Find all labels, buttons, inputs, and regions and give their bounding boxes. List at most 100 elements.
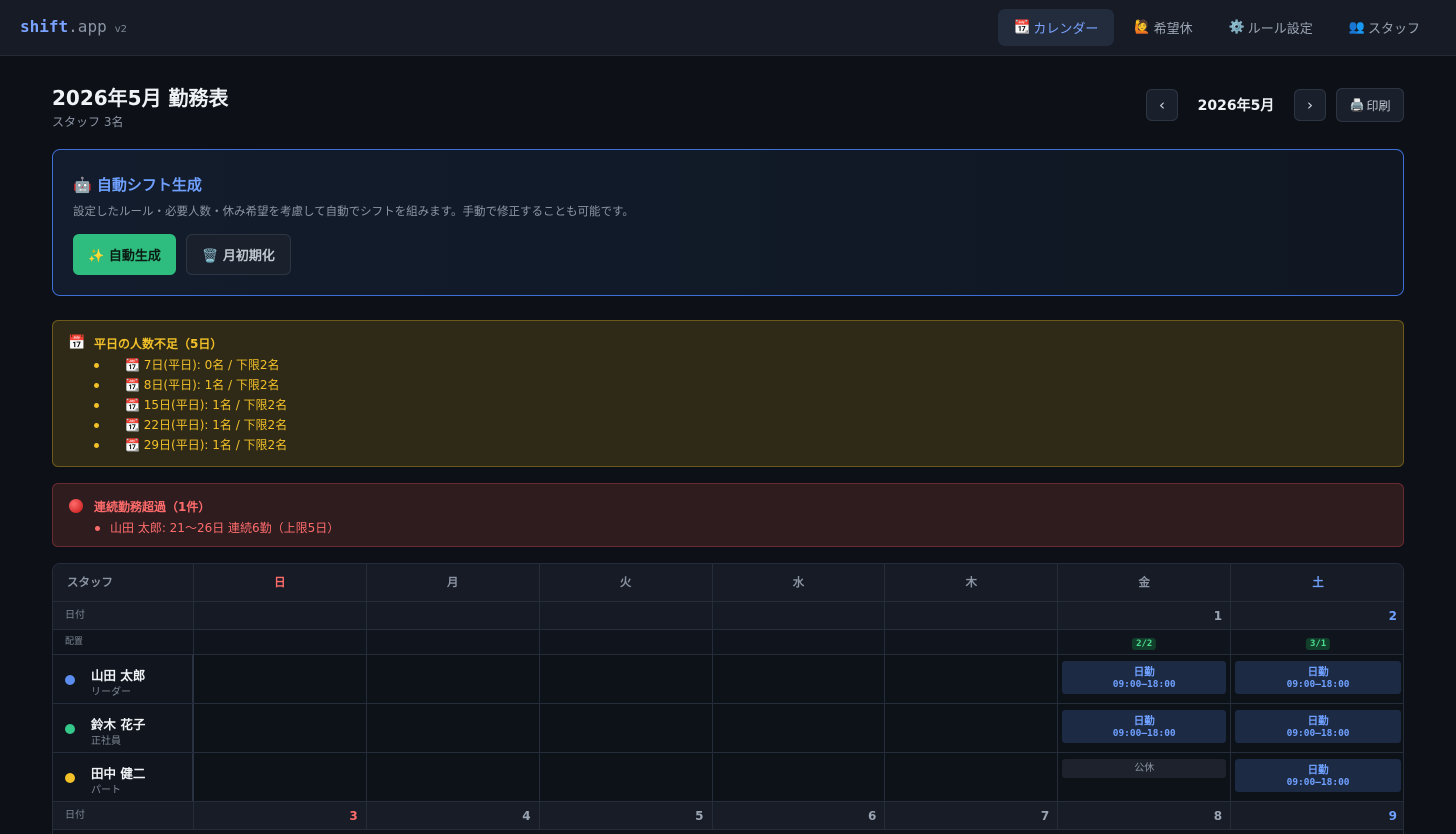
- weekday-header-wed: 水: [713, 564, 886, 601]
- weekday-header-tue: 火: [540, 564, 713, 601]
- date-cell: 2: [1388, 609, 1398, 623]
- allocation-badge: 3/1: [1305, 638, 1331, 650]
- staff-color-dot: [65, 724, 75, 734]
- date-cell: 7: [885, 802, 1059, 829]
- auto-shift-panel: 🤖 自動シフト生成 設定したルール・必要人数・休み希望を考慮して自動でシフトを組…: [52, 149, 1404, 296]
- page-title: 2026年5月 勤務表: [52, 86, 229, 110]
- date-cell: [712, 602, 886, 629]
- printer-icon: 🖨️: [1349, 98, 1365, 112]
- staff-info[interactable]: 鈴木 花子 正社員: [53, 704, 194, 752]
- prev-month-button[interactable]: ‹: [1146, 89, 1178, 121]
- weekday-header-fri: 金: [1058, 564, 1232, 601]
- staff-row: 山田 太郎 リーダー 日勤 09:00–18:00 日勤 09:00–18:00: [53, 655, 1403, 704]
- shift-time: 09:00–18:00: [1286, 728, 1350, 739]
- day-off-chip[interactable]: 公休: [1062, 759, 1227, 778]
- staff-color-dot: [65, 773, 75, 783]
- shift-label: 日勤: [1307, 764, 1329, 776]
- print-button[interactable]: 🖨️ 印刷: [1336, 88, 1404, 122]
- shift-cell[interactable]: [713, 704, 886, 752]
- shift-cell[interactable]: [367, 704, 540, 752]
- shift-cell[interactable]: [367, 753, 540, 801]
- shift-cell[interactable]: [194, 753, 367, 801]
- nav-rules[interactable]: ⚙️ ルール設定: [1213, 9, 1329, 46]
- staff-info[interactable]: 山田 太郎 リーダー: [53, 655, 194, 703]
- shift-cell[interactable]: 日勤 09:00–18:00: [1231, 753, 1403, 801]
- auto-generate-button[interactable]: ✨ 自動生成: [73, 234, 176, 275]
- weekday-header-sat: 土: [1312, 575, 1324, 589]
- shift-cell[interactable]: [540, 704, 713, 752]
- shift-label: 日勤: [1307, 715, 1329, 727]
- shift-cell[interactable]: [194, 655, 367, 703]
- error-item: 山田 太郎: 21〜26日 連続6勤（上限5日）: [94, 518, 339, 538]
- shift-cell[interactable]: [194, 704, 367, 752]
- shift-cell[interactable]: [885, 704, 1059, 752]
- staff-role: リーダー: [91, 687, 131, 698]
- date-cell: 8: [1058, 802, 1232, 829]
- date-row-week2: 日付 3 4 5 6 7 8 9: [53, 802, 1403, 830]
- date-cell: 4: [367, 802, 540, 829]
- staff-role: パート: [91, 785, 121, 796]
- nav-staff-label: スタッフ: [1367, 22, 1420, 37]
- day-shift-chip[interactable]: 日勤 09:00–18:00: [1235, 759, 1402, 792]
- weekday-header-sun: 日: [194, 564, 367, 601]
- shift-label: 日勤: [1133, 715, 1155, 727]
- shift-cell[interactable]: [713, 655, 886, 703]
- day-shift-chip[interactable]: 日勤 09:00–18:00: [1235, 710, 1402, 743]
- main-nav: 📆 カレンダー 🙋 希望休 ⚙️ ルール設定 👥 スタッフ: [998, 9, 1436, 47]
- weekday-header-thu: 木: [885, 564, 1059, 601]
- day-shift-chip[interactable]: 日勤 09:00–18:00: [1062, 661, 1227, 694]
- shift-label: 日勤: [1133, 666, 1155, 678]
- print-label: 印刷: [1366, 98, 1391, 113]
- warning-item: 📆 7日(平日): 0名 / 下限2名: [93, 355, 287, 375]
- allocation-cell: 2/2: [1058, 630, 1232, 654]
- shift-cell[interactable]: [367, 655, 540, 703]
- app-logo[interactable]: shift.app v2: [20, 17, 127, 36]
- date-cell: [539, 602, 713, 629]
- people-icon: 👥: [1348, 20, 1365, 35]
- staff-info[interactable]: 田中 健二 パート: [53, 753, 194, 801]
- allocation-cell: [540, 630, 713, 654]
- warning-item: 📆 22日(平日): 1名 / 下限2名: [93, 415, 287, 435]
- calendar-warning-icon: 📅: [68, 335, 86, 351]
- warning-list: 📆 7日(平日): 0名 / 下限2名 📆 8日(平日): 1名 / 下限2名 …: [93, 355, 287, 455]
- logo-suffix: .app: [68, 17, 107, 36]
- staff-name: 田中 健二: [91, 766, 146, 781]
- shift-cell[interactable]: [713, 753, 886, 801]
- date-cell: 5: [540, 802, 713, 829]
- staff-role: 正社員: [91, 736, 121, 747]
- nav-calendar[interactable]: 📆 カレンダー: [998, 9, 1115, 46]
- date-cell: 6: [713, 802, 886, 829]
- weekday-header-row: スタッフ 日 月 火 水 木 金 土: [53, 564, 1403, 602]
- shift-cell[interactable]: [885, 655, 1059, 703]
- shift-cell[interactable]: [885, 753, 1059, 801]
- date-cell: 1: [1058, 602, 1232, 629]
- staff-row: 鈴木 花子 正社員 日勤 09:00–18:00 日勤 09:00–18:00: [53, 704, 1403, 753]
- shift-cell[interactable]: 日勤 09:00–18:00: [1231, 704, 1403, 752]
- date-row-label: 日付: [53, 802, 194, 829]
- auto-shift-title: 🤖 自動シフト生成: [73, 176, 202, 194]
- warning-item: 📆 29日(平日): 1名 / 下限2名: [93, 435, 287, 455]
- day-shift-chip[interactable]: 日勤 09:00–18:00: [1235, 661, 1402, 694]
- red-circle-icon: [69, 499, 83, 513]
- shift-cell[interactable]: 日勤 09:00–18:00: [1231, 655, 1403, 703]
- consecutive-work-error-panel: 連続勤務超過（1件） 山田 太郎: 21〜26日 連続6勤（上限5日）: [52, 483, 1404, 547]
- nav-requests[interactable]: 🙋 希望休: [1118, 9, 1208, 46]
- top-bar: shift.app v2 📆 カレンダー 🙋 希望休 ⚙️ ルール設定 👥 スタッフ: [0, 0, 1456, 56]
- shift-cell[interactable]: 日勤 09:00–18:00: [1058, 655, 1232, 703]
- staff-name: 鈴木 花子: [91, 717, 146, 732]
- shift-cell[interactable]: 日勤 09:00–18:00: [1058, 704, 1232, 752]
- logo-main: shift: [20, 17, 69, 36]
- shift-cell[interactable]: [540, 753, 713, 801]
- error-title: 連続勤務超過（1件）: [94, 500, 211, 514]
- date-cell: 9: [1388, 809, 1398, 823]
- next-month-button[interactable]: ›: [1294, 89, 1326, 121]
- calendar-icon: 📆: [1014, 20, 1031, 35]
- staff-color-dot: [65, 675, 75, 685]
- date-cell: [885, 602, 1059, 629]
- shift-cell[interactable]: [540, 655, 713, 703]
- day-shift-chip[interactable]: 日勤 09:00–18:00: [1062, 710, 1227, 743]
- nav-staff[interactable]: 👥 スタッフ: [1333, 9, 1436, 46]
- staff-row: 田中 健二 パート 公休 日勤 09:00–18:00: [53, 753, 1403, 802]
- shift-cell[interactable]: 公休: [1058, 753, 1232, 801]
- reset-month-button[interactable]: 🗑️ 月初期化: [186, 234, 291, 275]
